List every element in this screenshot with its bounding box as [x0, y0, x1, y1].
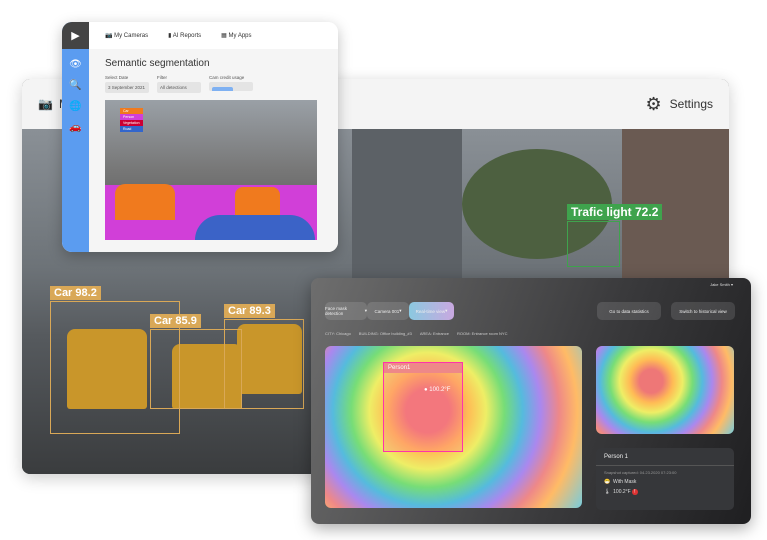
view-dropdown[interactable]: Real-time view ▾ [409, 302, 454, 320]
detection-label: Trafic light 72.2 [567, 204, 663, 220]
detection-dropdown[interactable]: Face mask detection ▾ [325, 302, 367, 320]
sidebar: ▶ 👁 🔍 🌐 🚗 [62, 22, 89, 252]
gear-icon: ⚙ [645, 93, 662, 114]
user-menu[interactable]: Jake Smith ▾ [710, 282, 733, 287]
thermal-window: Jake Smith ▾ Face mask detection ▾ Camer… [311, 278, 751, 524]
mask-status: With Mask [613, 479, 637, 485]
data-statistics-button[interactable]: Go to data statistics [597, 302, 661, 320]
segmentation-image: Car Person Vegetation Road [105, 100, 317, 240]
traffic-light-box: Trafic light 72.2 [567, 204, 663, 267]
nav-my-cameras[interactable]: 📷 My Cameras [105, 32, 148, 39]
camera-dropdown[interactable]: Camera 001 ▾ [367, 302, 409, 320]
date-select[interactable]: 3 September 2021 [105, 82, 149, 93]
snapshot-time: Snapshot captured: 04.23.2020 07:23:00 [604, 470, 677, 475]
settings-label: Settings [669, 97, 713, 111]
temperature: 100.2°F [613, 489, 631, 495]
detection-label: Car 89.3 [224, 304, 275, 318]
person-card: Person 1 Snapshot captured: 04.23.2020 0… [596, 448, 734, 510]
person-box: Person1 ● 100.2°F [383, 362, 463, 452]
top-nav: 📷 My Cameras ▮ AI Reports ▦ My Apps [89, 22, 338, 49]
credit-label: Cam credit usage [209, 75, 245, 80]
credit-usage-bar [209, 82, 253, 91]
nav-ai-reports[interactable]: ▮ AI Reports [168, 32, 201, 39]
detection-box: Car 89.3 [224, 304, 304, 409]
historical-view-button[interactable]: Switch to historical view [671, 302, 735, 320]
filter-select[interactable]: All detections [157, 82, 201, 93]
nav-my-apps[interactable]: ▦ My Apps [221, 32, 251, 39]
filter-label: Filter [157, 75, 167, 80]
page-title: Semantic segmentation [105, 58, 210, 69]
car-icon[interactable]: 🚗 [69, 122, 81, 133]
thermal-feed: Person1 ● 100.2°F [325, 346, 582, 508]
settings-button[interactable]: ⚙ Settings [646, 94, 714, 115]
camera-icon: 📷 [38, 97, 53, 111]
person-title: Person 1 [604, 454, 629, 460]
logo-icon: ▶ [62, 22, 89, 49]
alert-icon: ! [632, 489, 638, 495]
mask-icon: 😷 [604, 479, 611, 485]
detection-label: Car 98.2 [50, 286, 101, 300]
eye-icon[interactable]: 👁 [69, 59, 82, 70]
legend-item: Road [120, 126, 143, 132]
person-snapshot [596, 346, 734, 434]
date-label: Select Date [105, 75, 129, 80]
monitor-search-icon[interactable]: 🔍 [69, 80, 81, 91]
globe-icon[interactable]: 🌐 [69, 101, 81, 112]
temp-dot-icon: ● [424, 387, 428, 393]
detection-label: Car 85.9 [150, 314, 201, 328]
breadcrumb: CITY: Chicago BUILDING: Office building_#… [325, 331, 508, 336]
thermometer-icon: 🌡 [604, 489, 611, 495]
